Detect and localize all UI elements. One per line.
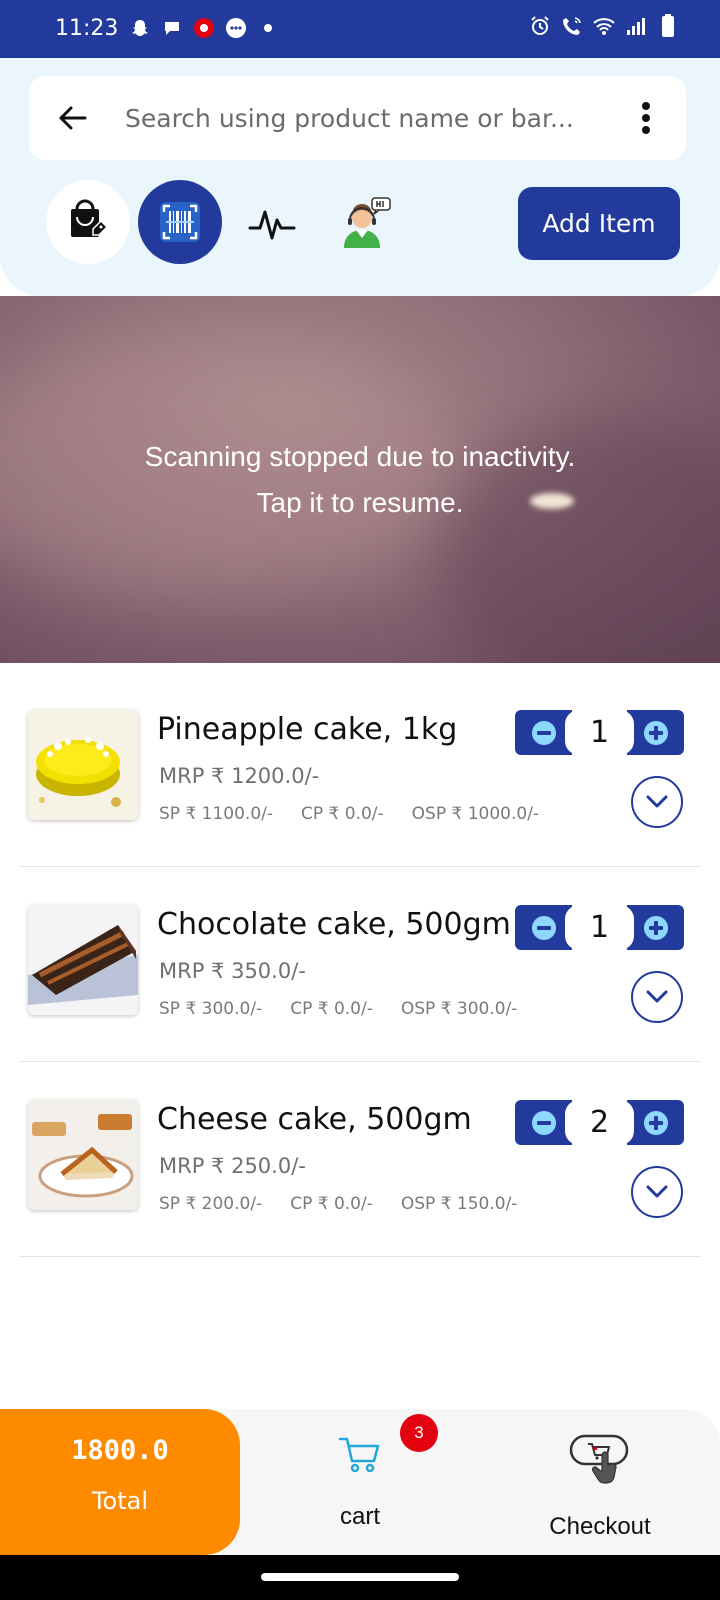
home-gesture-handle[interactable] [261, 1573, 459, 1581]
product-sp: SP ₹ 300.0/- [159, 999, 263, 1019]
system-nav-bar [0, 1555, 720, 1600]
dot-icon [256, 16, 280, 40]
battery-icon [656, 14, 680, 38]
notification-icon [192, 16, 216, 40]
cart-icon [338, 1437, 380, 1473]
product-item: Pineapple cake, 1kg MRP ₹ 1200.0/- SP ₹ … [19, 672, 701, 867]
decrease-quantity-button[interactable] [515, 905, 572, 950]
status-time: 11:23 [55, 16, 119, 41]
product-osp: OSP ₹ 1000.0/- [411, 804, 540, 824]
back-button[interactable] [53, 98, 93, 138]
product-prices: SP ₹ 200.0/- CP ₹ 0.0/- OSP ₹ 150.0/- [159, 1194, 545, 1214]
product-prices: SP ₹ 300.0/- CP ₹ 0.0/- OSP ₹ 300.0/- [159, 999, 545, 1019]
decrease-quantity-button[interactable] [515, 710, 572, 755]
search-input[interactable] [125, 96, 615, 140]
total-label: Total [91, 1487, 149, 1515]
cart-count-badge: 3 [400, 1414, 438, 1452]
support-agent-icon [344, 197, 391, 248]
product-item: Chocolate cake, 500gm MRP ₹ 350.0/- SP ₹… [19, 867, 701, 1062]
expand-details-button[interactable] [631, 1166, 683, 1218]
plus-circle-icon [643, 720, 668, 745]
product-image [28, 1100, 138, 1210]
product-cp: CP ₹ 0.0/- [290, 999, 373, 1019]
product-item: Cheese cake, 500gm MRP ₹ 250.0/- SP ₹ 20… [19, 1062, 701, 1257]
checkout-icon [569, 1434, 629, 1484]
total-value: 1800.0 [71, 1435, 169, 1466]
header-panel: Add Item [0, 58, 720, 296]
product-name: Cheese cake, 500gm [157, 1102, 472, 1137]
search-bar [29, 76, 686, 160]
arrow-left-icon [59, 106, 87, 130]
snapchat-icon [128, 16, 152, 40]
product-prices: SP ₹ 1100.0/- CP ₹ 0.0/- OSP ₹ 1000.0/- [159, 804, 567, 824]
product-mrp: MRP ₹ 1200.0/- [159, 764, 320, 788]
quantity-stepper: 1 [515, 710, 684, 755]
product-image [28, 905, 138, 1015]
activity-button[interactable] [230, 180, 314, 264]
product-mrp: MRP ₹ 350.0/- [159, 959, 306, 983]
quantity-value: 1 [565, 710, 634, 755]
messages-icon [224, 16, 248, 40]
scanner-message-line1: Scanning stopped due to inactivity. [144, 441, 576, 472]
chevron-down-icon [646, 1185, 668, 1198]
total-summary: 1800.0 Total [0, 1409, 240, 1555]
checkout-label: Checkout [549, 1513, 651, 1540]
alarm-icon [528, 14, 552, 38]
quantity-stepper: 2 [515, 1100, 684, 1145]
product-cp: CP ₹ 0.0/- [290, 1194, 373, 1214]
status-notification-icons [128, 16, 280, 40]
signal-icon [624, 14, 648, 38]
quantity-stepper: 1 [515, 905, 684, 950]
support-button[interactable] [322, 180, 406, 264]
scanner-message: Scanning stopped due to inactivity. Tap … [0, 434, 720, 526]
quantity-value: 1 [565, 905, 634, 950]
barcode-scanner-icon [160, 202, 200, 242]
bottom-bar: 1800.0 Total cart 3 Checkout [0, 1409, 720, 1555]
increase-quantity-button[interactable] [627, 710, 684, 755]
plus-circle-icon [643, 915, 668, 940]
shopping-bag-icon [71, 199, 109, 237]
decrease-quantity-button[interactable] [515, 1100, 572, 1145]
minus-circle-icon [531, 1110, 556, 1135]
product-mrp: MRP ₹ 250.0/- [159, 1154, 306, 1178]
quantity-value: 2 [565, 1100, 634, 1145]
product-name: Chocolate cake, 500gm [157, 907, 511, 942]
kebab-menu-icon [642, 102, 650, 134]
status-system-icons [528, 14, 680, 38]
barcode-scanner-button[interactable] [138, 180, 222, 264]
product-sp: SP ₹ 1100.0/- [159, 804, 274, 824]
product-cp: CP ₹ 0.0/- [301, 804, 384, 824]
scanner-preview[interactable]: Scanning stopped due to inactivity. Tap … [0, 296, 720, 663]
expand-details-button[interactable] [631, 971, 683, 1023]
wifi-call-icon [560, 14, 584, 38]
product-osp: OSP ₹ 300.0/- [400, 999, 518, 1019]
chevron-down-icon [646, 795, 668, 808]
product-osp: OSP ₹ 150.0/- [400, 1194, 518, 1214]
product-image [28, 710, 138, 820]
status-bar: 11:23 [0, 0, 720, 58]
minus-circle-icon [531, 720, 556, 745]
chat-bubble-icon [160, 16, 184, 40]
minus-circle-icon [531, 915, 556, 940]
add-item-button[interactable]: Add Item [518, 187, 680, 260]
expand-details-button[interactable] [631, 776, 683, 828]
product-name: Pineapple cake, 1kg [157, 712, 458, 747]
chevron-down-icon [646, 990, 668, 1003]
shopping-bag-button[interactable] [46, 180, 130, 264]
increase-quantity-button[interactable] [627, 1100, 684, 1145]
pulse-icon [248, 210, 296, 240]
product-sp: SP ₹ 200.0/- [159, 1194, 263, 1214]
more-options-button[interactable] [634, 100, 658, 136]
cart-label: cart [339, 1503, 380, 1530]
plus-circle-icon [643, 1110, 668, 1135]
increase-quantity-button[interactable] [627, 905, 684, 950]
checkout-button[interactable]: Checkout [530, 1433, 670, 1553]
scanner-message-line2: Tap it to resume. [256, 487, 464, 518]
wifi-icon [592, 14, 616, 38]
